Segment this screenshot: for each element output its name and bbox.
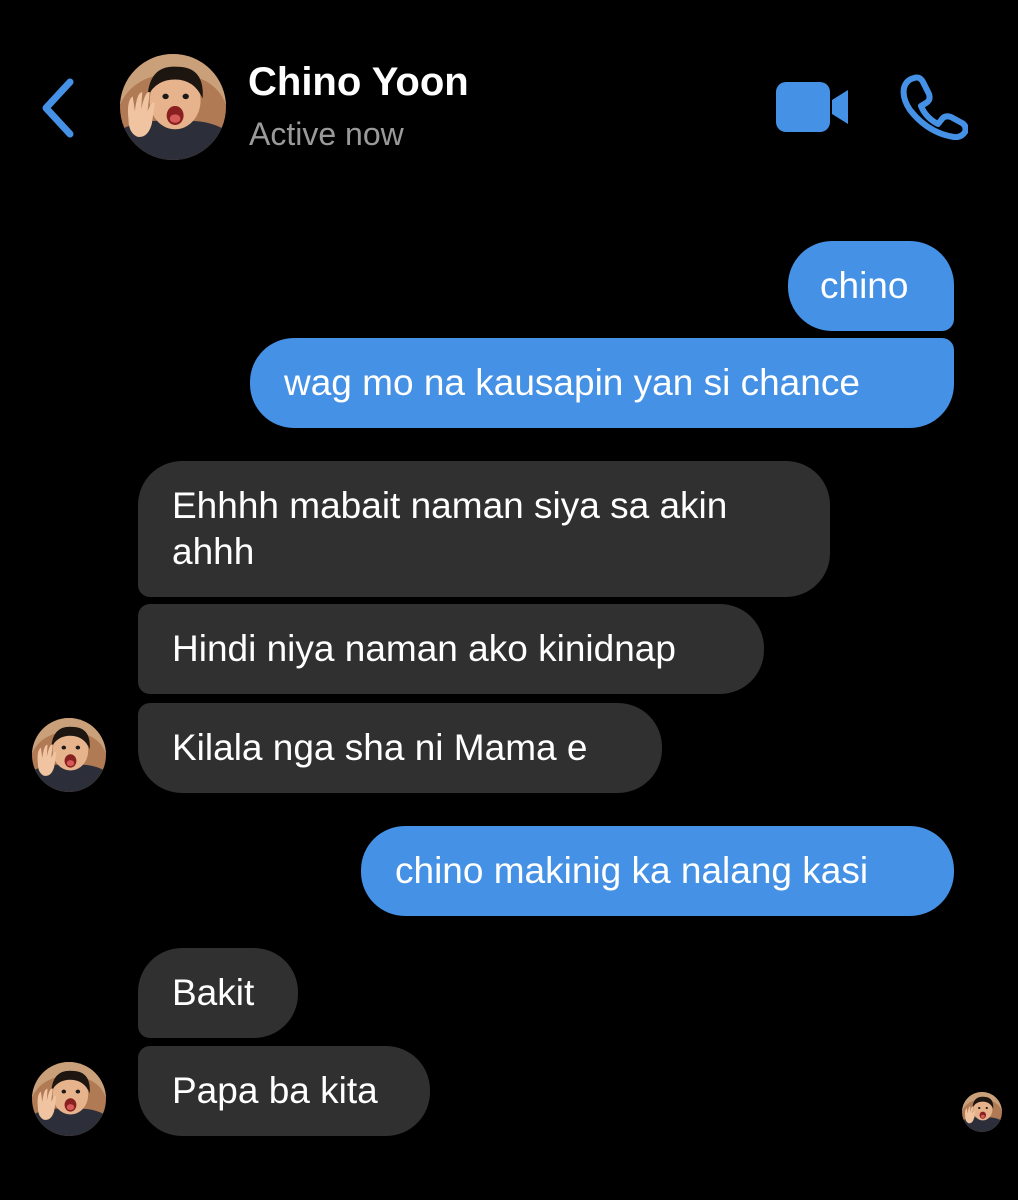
message-bubble-outgoing[interactable]: chino — [788, 241, 954, 331]
voice-call-button[interactable] — [898, 74, 968, 140]
back-button[interactable] — [36, 76, 84, 140]
message-bubble-outgoing[interactable]: chino makinig ka nalang kasi — [361, 826, 954, 916]
message-bubble-incoming[interactable]: Ehhhh mabait naman siya sa akin ahhh — [138, 461, 830, 597]
message-bubble-incoming[interactable]: Hindi niya naman ako kinidnap — [138, 604, 764, 694]
video-camera-icon — [776, 82, 848, 132]
message-text-line: Ehhhh mabait naman siya sa akin — [172, 485, 728, 526]
message-text: chino — [820, 265, 909, 306]
message-text-line: ahhh — [172, 531, 255, 572]
contact-name[interactable]: Chino Yoon — [248, 60, 469, 105]
message-bubble-incoming[interactable]: Bakit — [138, 948, 298, 1038]
phone-icon — [900, 74, 968, 140]
message-text: Hindi niya naman ako kinidnap — [172, 628, 676, 669]
message-bubble-incoming[interactable]: Papa ba kita — [138, 1046, 430, 1136]
message-text: Papa ba kita — [172, 1070, 378, 1111]
video-call-button[interactable] — [774, 80, 854, 134]
sender-avatar[interactable] — [32, 1062, 106, 1136]
active-status: Active now — [249, 116, 404, 152]
message-bubble-incoming[interactable]: Kilala nga sha ni Mama e — [138, 703, 662, 793]
message-bubble-outgoing[interactable]: wag mo na kausapin yan si chance — [250, 338, 954, 428]
message-text: Bakit — [172, 972, 255, 1013]
seen-indicator-avatar — [962, 1092, 1002, 1132]
message-text: chino makinig ka nalang kasi — [395, 850, 869, 891]
chat-header: Chino Yoon Active now — [0, 0, 1018, 200]
contact-avatar[interactable] — [120, 54, 226, 160]
message-text: wag mo na kausapin yan si chance — [284, 362, 860, 403]
sender-avatar[interactable] — [32, 718, 106, 792]
message-text: Kilala nga sha ni Mama e — [172, 727, 588, 768]
chevron-left-icon — [42, 78, 74, 138]
